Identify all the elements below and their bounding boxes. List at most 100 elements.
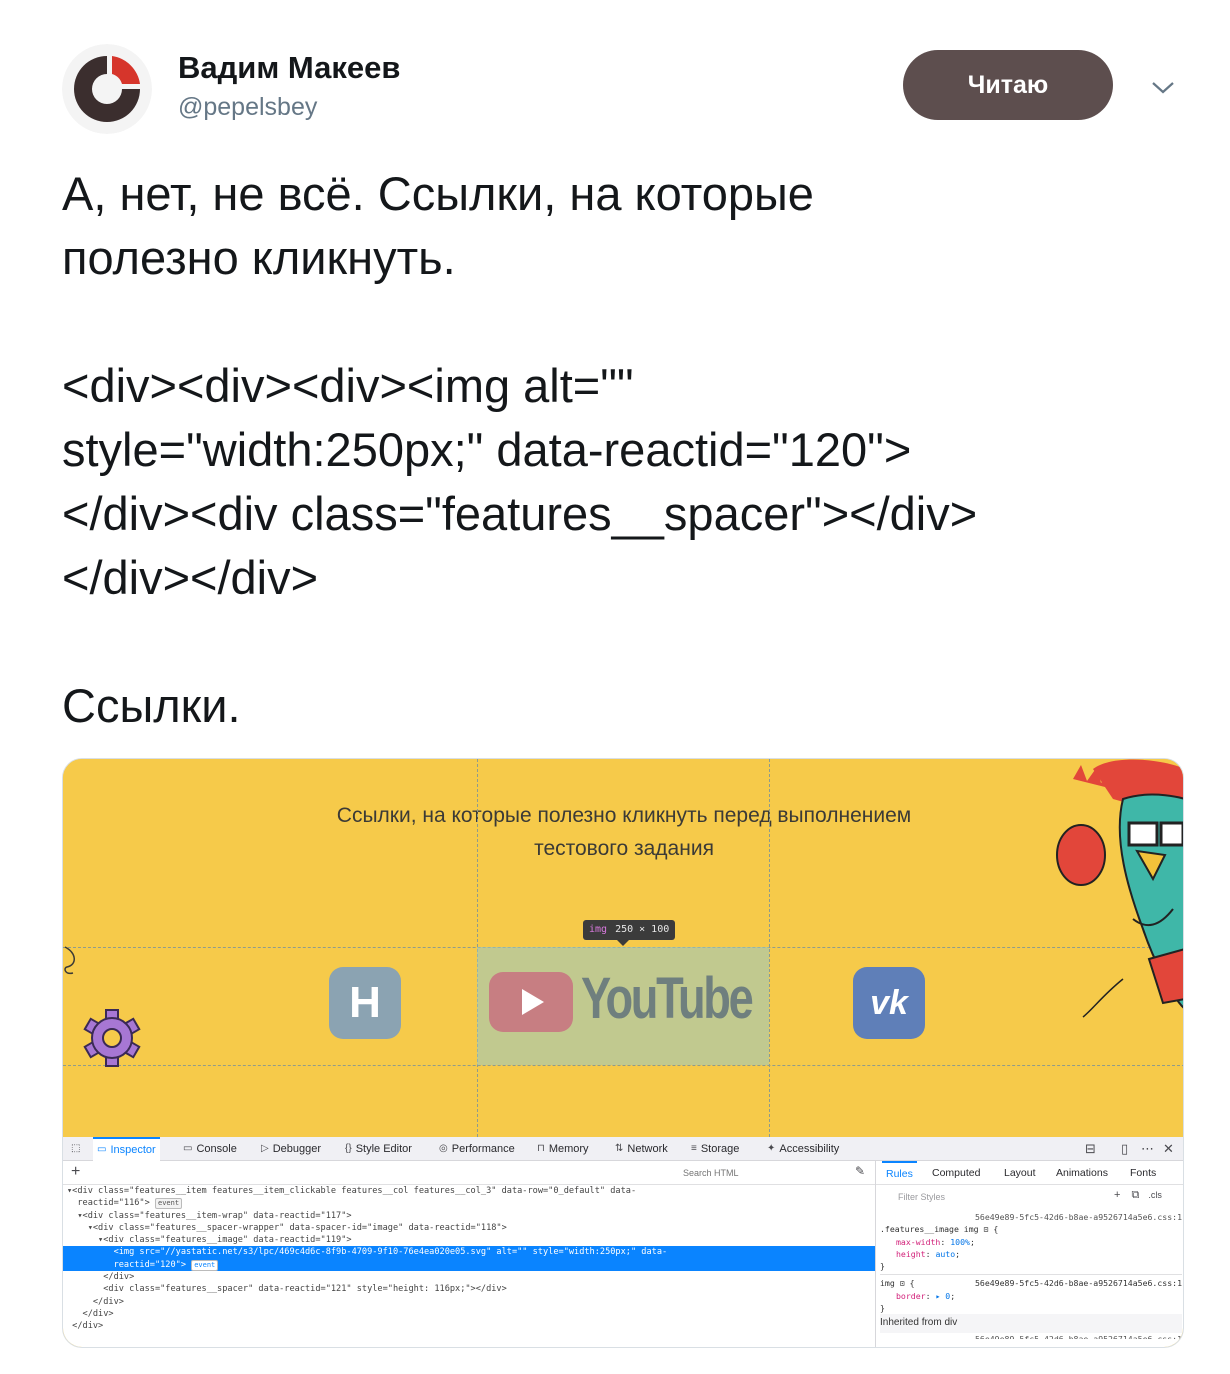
tree-node-text: reactid="120"> bbox=[67, 1259, 186, 1270]
banner-heading-line: Ссылки, на которые полезно кликнуть пере… bbox=[336, 804, 912, 827]
banner-heading-line: тестового задания bbox=[534, 837, 714, 860]
tweet-media-image[interactable]: Ссылки, на которые полезно кликнуть пере… bbox=[62, 758, 1184, 1348]
tree-node-text: </div> bbox=[67, 1321, 104, 1332]
tab-layout[interactable]: Layout bbox=[1004, 1161, 1036, 1185]
tree-node[interactable]: <div class="features__spacer" data-react… bbox=[63, 1283, 875, 1295]
vk-logo-icon: vk bbox=[853, 967, 925, 1039]
search-html-input[interactable] bbox=[677, 1165, 847, 1181]
tweet-text: А, нет, не всё. Ссылки, на которые полез… bbox=[62, 162, 1182, 738]
tree-node[interactable]: ▾<div class="features__image" data-react… bbox=[63, 1234, 875, 1246]
rule-declaration[interactable]: max-width: 100%; bbox=[880, 1236, 1182, 1248]
mascot-illustration bbox=[1053, 759, 1183, 1019]
more-icon[interactable]: ⋯ bbox=[1141, 1137, 1154, 1161]
console-icon: ▭ bbox=[183, 1143, 193, 1154]
tree-node-text: </div> bbox=[67, 1272, 135, 1283]
rule-source-link[interactable]: 56e49e89-5fc5-42d6-b8ae-a9526714a5e6.css… bbox=[975, 1277, 1182, 1289]
tab-accessibility[interactable]: ✦ Accessibility bbox=[767, 1137, 839, 1161]
tree-node[interactable]: </div> bbox=[63, 1320, 875, 1332]
tree-node-text: ▾<div class="features__spacer-wrapper" d… bbox=[67, 1222, 507, 1233]
tab-inspector[interactable]: ▭ Inspector bbox=[93, 1137, 160, 1161]
tree-node[interactable]: ▾<div class="features__item-wrap" data-r… bbox=[63, 1210, 875, 1222]
tweet-code-line: </div><div class="features__spacer"></di… bbox=[62, 487, 978, 540]
author-avatar[interactable] bbox=[62, 44, 152, 134]
tree-node[interactable]: </div> bbox=[63, 1308, 875, 1320]
tree-node-selected[interactable]: reactid="120"> event bbox=[63, 1258, 875, 1272]
rule-source-link[interactable]: 56e49e89-5fc5-42d6-b8ae-a9526714a5e6.css… bbox=[880, 1211, 1182, 1223]
tab-fonts[interactable]: Fonts bbox=[1130, 1161, 1156, 1185]
tree-node-text: <div class="features__spacer" data-react… bbox=[67, 1284, 507, 1295]
css-value: 100% bbox=[950, 1236, 970, 1247]
element-tooltip: img 250 × 100 bbox=[583, 920, 676, 946]
tweet-code-line: </div></div> bbox=[62, 551, 319, 604]
tree-node-text: ▾<div class="features__item features__it… bbox=[67, 1186, 637, 1196]
debugger-icon: ▷ bbox=[261, 1143, 269, 1154]
author-handle[interactable]: @pepelsbey bbox=[178, 93, 317, 122]
youtube-wordmark: YouTube bbox=[581, 966, 754, 1031]
tab-label: Console bbox=[196, 1143, 237, 1155]
close-icon[interactable]: ✕ bbox=[1163, 1137, 1174, 1161]
inspector-toolbar: + ✎ bbox=[63, 1161, 875, 1185]
tree-node[interactable]: ▾<div class="features__spacer-wrapper" d… bbox=[63, 1222, 875, 1234]
memory-icon: ⊓ bbox=[537, 1143, 545, 1154]
rules-sidebar: Rules Computed Layout Animations Fonts F… bbox=[875, 1161, 1183, 1347]
tree-node[interactable]: reactid="116"> event bbox=[63, 1197, 875, 1210]
tab-label: Memory bbox=[548, 1143, 589, 1155]
page-banner: Ссылки, на которые полезно кликнуть пере… bbox=[63, 759, 1183, 1137]
youtube-play-icon bbox=[489, 972, 573, 1032]
devtools-tabbar: ⬚ ▭ Inspector ▭ Console ▷ Debugger {} Style … bbox=[63, 1137, 1183, 1161]
event-badge[interactable]: event bbox=[191, 1259, 219, 1271]
tree-node-text: ▾<div class="features__image" data-react… bbox=[67, 1235, 352, 1246]
rule-source-link[interactable]: 56e49e89-5fc5-42d6-b8ae-a9526714a5e6.css… bbox=[880, 1333, 1182, 1339]
author-name[interactable]: Вадим Макеев bbox=[178, 50, 400, 86]
tab-computed[interactable]: Computed bbox=[932, 1161, 980, 1185]
css-property: border bbox=[896, 1290, 926, 1301]
add-node-icon[interactable]: + bbox=[71, 1163, 80, 1181]
divider bbox=[880, 1274, 1182, 1276]
tab-debugger[interactable]: ▷ Debugger bbox=[261, 1137, 321, 1161]
tab-label: Style Editor bbox=[355, 1143, 412, 1155]
tree-node-text: <img src="//yastatic.net/s3/lpc/469c4d6c… bbox=[67, 1247, 668, 1258]
dock-icon[interactable]: ▯ bbox=[1121, 1137, 1128, 1161]
add-rule-icon[interactable]: + bbox=[1114, 1189, 1120, 1201]
split-console-icon[interactable]: ⊟ bbox=[1085, 1137, 1096, 1161]
rule-toolbar: + ⧉ .cls bbox=[1114, 1189, 1162, 1202]
css-property: height bbox=[896, 1248, 926, 1259]
tab-style-editor[interactable]: {} Style Editor bbox=[345, 1137, 412, 1161]
tab-storage[interactable]: ≡ Storage bbox=[691, 1137, 739, 1161]
tab-console[interactable]: ▭ Console bbox=[183, 1137, 237, 1161]
tweet-code-line: <div><div><div><img alt="" bbox=[62, 359, 634, 412]
pseudo-class-icon[interactable]: ⧉ bbox=[1132, 1189, 1140, 1201]
tab-performance[interactable]: ◎ Performance bbox=[439, 1137, 515, 1161]
cls-toggle[interactable]: .cls bbox=[1148, 1190, 1162, 1200]
rule-selector[interactable]: img ⊡ { bbox=[880, 1278, 915, 1288]
rule-declaration[interactable]: height: auto; bbox=[880, 1248, 1182, 1260]
tab-rules[interactable]: Rules bbox=[882, 1161, 917, 1185]
rule-selector[interactable]: .features__image img ⊡ { bbox=[880, 1223, 1182, 1235]
following-button[interactable]: Читаю bbox=[903, 50, 1113, 120]
h-logo-icon: H bbox=[329, 967, 401, 1039]
tab-network[interactable]: ⇅ Network bbox=[615, 1137, 668, 1161]
eyedropper-icon[interactable]: ✎ bbox=[855, 1164, 865, 1178]
devtools-panel: ⬚ ▭ Inspector ▭ Console ▷ Debugger {} Style … bbox=[63, 1137, 1183, 1347]
tree-node[interactable]: </div> bbox=[63, 1296, 875, 1308]
event-badge[interactable]: event bbox=[154, 1198, 183, 1210]
chevron-down-icon[interactable] bbox=[1150, 74, 1176, 100]
guide-line bbox=[63, 1065, 1183, 1066]
tree-node[interactable]: </div> bbox=[63, 1271, 875, 1283]
css-value: ▸ 0 bbox=[935, 1290, 951, 1301]
element-picker-icon[interactable]: ⬚ bbox=[71, 1137, 80, 1161]
tweet-line: Ссылки. bbox=[62, 679, 241, 732]
rule-declaration[interactable]: border: ▸ 0; bbox=[880, 1290, 1182, 1302]
tab-label: Accessibility bbox=[779, 1143, 840, 1155]
tab-label: Storage bbox=[700, 1143, 740, 1155]
tree-node[interactable]: ▾<div class="features__item features__it… bbox=[63, 1185, 875, 1197]
tab-animations[interactable]: Animations bbox=[1056, 1161, 1108, 1185]
filter-styles-input[interactable]: Filter Styles bbox=[880, 1189, 1110, 1205]
tab-memory[interactable]: ⊓ Memory bbox=[537, 1137, 589, 1161]
gear-icon bbox=[79, 1005, 145, 1071]
guide-line bbox=[769, 759, 770, 1137]
tab-label: Inspector bbox=[110, 1144, 156, 1156]
squiggle-decoration bbox=[63, 945, 83, 985]
css-value: auto bbox=[935, 1248, 956, 1259]
tree-node-selected[interactable]: <img src="//yastatic.net/s3/lpc/469c4d6c… bbox=[63, 1246, 875, 1259]
